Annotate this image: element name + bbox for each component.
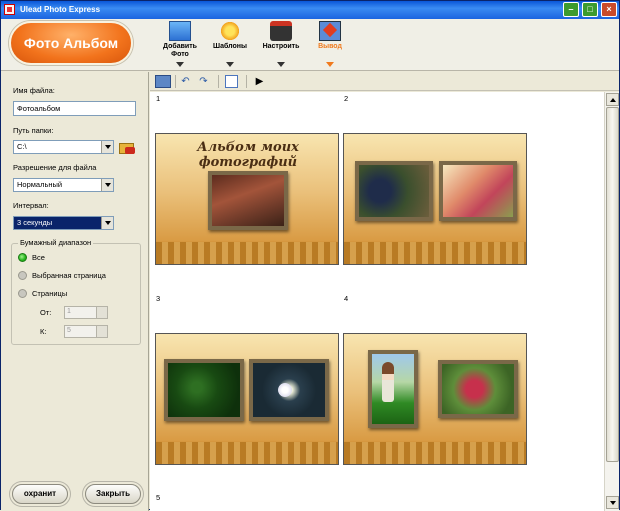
page-number: 4 [344, 294, 349, 303]
close-button[interactable]: Закрыть [85, 484, 141, 504]
from-stepper[interactable]: 1 [64, 306, 108, 319]
resolution-label: Разрешение для файла [13, 163, 97, 172]
chevron-down-icon [176, 62, 184, 67]
view-mode-icon[interactable] [155, 75, 171, 88]
page-thumbnail-4[interactable] [343, 333, 527, 465]
undo-icon[interactable]: ↶ [179, 75, 192, 88]
paper-range-group: Бумажный диапазон Все Выбранная страница… [11, 238, 141, 345]
toolbox-icon [270, 21, 292, 41]
radio-selected-page[interactable] [18, 271, 27, 280]
monitor-icon [169, 21, 191, 41]
page-number: 3 [156, 294, 161, 303]
resolution-value: Нормальный [17, 180, 63, 189]
to-label: К: [40, 327, 47, 336]
divider [175, 75, 176, 88]
output-settings-panel: Имя файла: Фотоальбом Путь папки: C:\ Ра… [1, 72, 149, 511]
title-bar: Ulead Photo Express – □ × [1, 1, 619, 19]
radio-selected-page-label: Выбранная страница [32, 271, 106, 280]
photo-album-button[interactable]: Фото Альбом [9, 21, 133, 65]
page-number: 1 [156, 94, 161, 103]
interval-select[interactable]: 3 секунды [13, 216, 114, 230]
customize-button[interactable]: Настроить [257, 21, 305, 69]
app-window: Ulead Photo Express – □ × Фото Альбом До… [0, 0, 620, 511]
add-photo-button[interactable]: Добавить Фото [156, 21, 204, 69]
close-window-button[interactable]: × [601, 2, 617, 17]
save-button[interactable]: охранит [12, 484, 68, 504]
output-label: Вывод [318, 43, 342, 50]
scroll-down-icon[interactable] [606, 496, 619, 509]
templates-button[interactable]: Шаблоны [206, 21, 254, 69]
chevron-down-icon[interactable] [101, 179, 113, 191]
page-thumbnail-2[interactable] [343, 133, 527, 265]
add-photo-label: Добавить Фото [163, 43, 197, 58]
customize-label: Настроить [262, 43, 300, 50]
vertical-scrollbar[interactable] [604, 92, 619, 511]
person-figure [382, 362, 394, 402]
scroll-thumb[interactable] [606, 107, 619, 462]
photo-frame [439, 161, 517, 221]
browse-folder-button[interactable] [119, 139, 137, 155]
radio-pages[interactable] [18, 289, 27, 298]
maximize-button[interactable]: □ [582, 2, 598, 17]
output-button[interactable]: Вывод [306, 21, 354, 69]
main-toolbar: Фото Альбом Добавить Фото Шаблоны Настро… [1, 19, 619, 71]
preview-toolbar: ↶ ↷ ▶ [150, 72, 619, 91]
app-icon [4, 4, 15, 15]
folder-select[interactable]: C:\ [13, 140, 114, 154]
to-stepper[interactable]: 5 [64, 325, 108, 338]
folder-label: Путь папки: [13, 126, 54, 135]
photo-frame [164, 359, 244, 421]
chevron-down-icon [226, 62, 234, 67]
lily-flower [278, 383, 292, 397]
chevron-down-icon [277, 62, 285, 67]
interval-value: 3 секунды [17, 218, 53, 227]
page-number: 5 [156, 493, 161, 502]
scroll-up-icon[interactable] [606, 93, 619, 106]
radio-pages-label: Страницы [32, 289, 68, 298]
templates-label: Шаблоны [213, 43, 247, 50]
chevron-down-icon[interactable] [101, 217, 113, 229]
window-title: Ulead Photo Express [20, 5, 101, 14]
redo-icon[interactable]: ↷ [197, 75, 210, 88]
page-title: Альбом моих фотографий [197, 140, 299, 170]
interval-label: Интервал: [13, 201, 49, 210]
chevron-down-icon [326, 62, 334, 67]
output-icon [319, 21, 341, 41]
photo-frame [249, 359, 329, 421]
photo-frame [438, 360, 518, 418]
folder-value: C:\ [17, 142, 27, 151]
photo-frame [355, 161, 433, 221]
filename-input[interactable]: Фотоальбом [13, 101, 136, 116]
page-preview-area: 1 Альбом моих фотографий 2 3 4 5 [150, 92, 604, 511]
page-number: 2 [344, 94, 349, 103]
play-icon[interactable]: ▶ [253, 75, 266, 88]
page-thumbnail-3[interactable] [155, 333, 339, 465]
arrow-icon [125, 147, 135, 154]
page-thumbnail-1[interactable]: Альбом моих фотографий [155, 133, 339, 265]
page-icon[interactable] [225, 75, 238, 88]
divider [218, 75, 219, 88]
sun-icon [219, 21, 241, 41]
from-label: От: [40, 308, 52, 317]
radio-all[interactable] [18, 253, 27, 262]
minimize-button[interactable]: – [563, 2, 579, 17]
filename-label: Имя файла: [13, 86, 55, 95]
photo-frame [208, 171, 288, 230]
chevron-down-icon[interactable] [101, 141, 113, 153]
photo-frame [368, 350, 418, 428]
radio-all-label: Все [32, 253, 45, 262]
divider [246, 75, 247, 88]
resolution-select[interactable]: Нормальный [13, 178, 114, 192]
paper-range-title: Бумажный диапазон [18, 238, 94, 247]
